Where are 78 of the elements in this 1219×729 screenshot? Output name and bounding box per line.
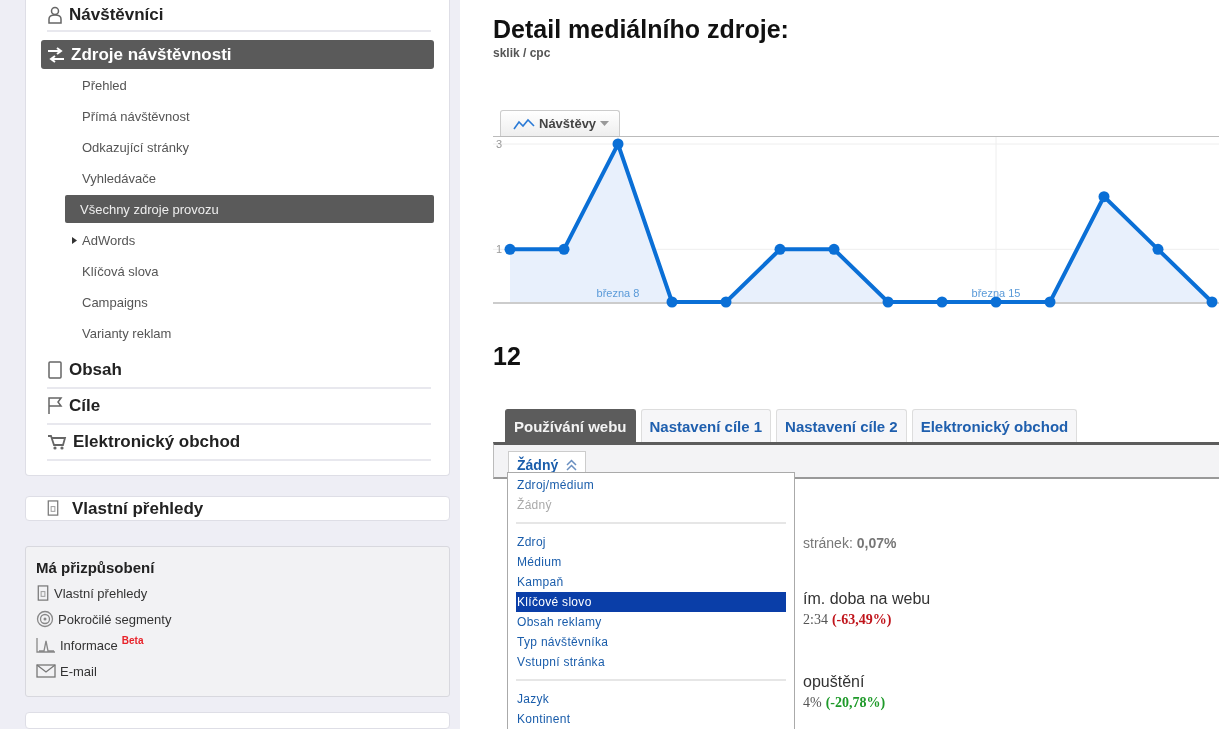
axis-label: března 15 bbox=[971, 287, 1021, 299]
page-subtitle: sklik / cpc bbox=[493, 46, 551, 60]
point bbox=[774, 243, 786, 255]
envelope-icon bbox=[36, 664, 56, 678]
nav-section[interactable]: Obsah bbox=[47, 353, 431, 389]
nav-section[interactable]: Zdroje návštěvnosti bbox=[41, 40, 434, 69]
menu-item[interactable]: Klíčové slovo bbox=[516, 592, 786, 612]
nav-item[interactable]: Přehled bbox=[65, 70, 434, 101]
caret-icon bbox=[600, 121, 610, 126]
axis-label: 1 bbox=[496, 243, 503, 256]
metric-label: opuštění bbox=[803, 673, 866, 691]
point bbox=[828, 243, 840, 255]
point bbox=[612, 138, 624, 150]
page-icon bbox=[46, 500, 60, 517]
menu-item[interactable]: Vstupní stránka bbox=[516, 652, 786, 672]
menu-link[interactable]: E-mail bbox=[60, 663, 97, 679]
point bbox=[882, 296, 894, 308]
nav-item[interactable]: Campaigns bbox=[65, 287, 434, 318]
nav-section[interactable]: Cíle bbox=[47, 389, 431, 425]
person-icon bbox=[47, 6, 63, 24]
menu-link[interactable]: Informace bbox=[60, 637, 118, 653]
point bbox=[504, 243, 516, 255]
custom-reports-link[interactable]: Vlastní přehledy bbox=[25, 496, 450, 521]
menu-item[interactable]: Typ návštěvníka bbox=[516, 632, 786, 652]
point bbox=[990, 296, 1002, 308]
metric-selector[interactable]: Návštěvy bbox=[500, 110, 621, 136]
nav-item[interactable]: Klíčová slova bbox=[65, 256, 434, 287]
menu-link[interactable]: Vlastní přehledy bbox=[54, 585, 148, 601]
point bbox=[1206, 296, 1218, 308]
point bbox=[1098, 191, 1110, 203]
point bbox=[558, 243, 570, 255]
menu-item[interactable]: Médium bbox=[516, 552, 786, 572]
tab[interactable]: Nastavení cíle 1 bbox=[640, 409, 772, 442]
metric-change: (-20,78%) bbox=[825, 695, 886, 711]
flag-icon bbox=[47, 397, 63, 415]
total-count: 12 bbox=[493, 342, 521, 371]
nav-item[interactable]: Přímá návštěvnost bbox=[65, 101, 434, 132]
nav-item[interactable]: Všechny zdroje provozu bbox=[65, 195, 434, 223]
menu-item[interactable]: Obsah reklamy bbox=[516, 612, 786, 632]
menu-item[interactable]: Zdroj/médium bbox=[516, 475, 786, 495]
nav-item[interactable]: Odkazující stránky bbox=[65, 132, 434, 163]
point bbox=[1044, 296, 1056, 308]
nav-item[interactable]: Vyhledávače bbox=[65, 163, 434, 194]
axis-label: března 8 bbox=[596, 287, 640, 299]
arrows-icon bbox=[47, 45, 65, 64]
cart-icon bbox=[47, 433, 67, 451]
point bbox=[1152, 243, 1164, 255]
page-title: Detail mediálního zdroje: bbox=[493, 15, 789, 44]
nav-item[interactable]: Varianty reklam bbox=[65, 318, 434, 349]
metric-change: (-63,49%) bbox=[831, 612, 892, 628]
panel-title: Má přizpůsobení bbox=[36, 559, 156, 576]
spike-chart-icon bbox=[36, 637, 56, 653]
metric-label: stránek: 0,07% bbox=[803, 535, 898, 551]
menu-item[interactable]: Zdroj bbox=[516, 532, 786, 552]
nav-item[interactable]: AdWords bbox=[65, 225, 434, 256]
page-icon bbox=[47, 361, 63, 379]
beta-label: Beta bbox=[121, 635, 144, 646]
point bbox=[936, 296, 948, 308]
metric-value: 2:34 bbox=[803, 612, 828, 628]
tab[interactable]: Nastavení cíle 2 bbox=[776, 409, 907, 442]
menu-link[interactable]: Pokročilé segmenty bbox=[58, 611, 172, 627]
tab[interactable]: Používání webu bbox=[505, 409, 636, 442]
menu-item[interactable]: Jazyk bbox=[516, 689, 786, 709]
point bbox=[720, 296, 732, 308]
menu-item[interactable]: Kontinent bbox=[516, 709, 786, 729]
page-icon bbox=[36, 584, 50, 602]
line-chart-icon bbox=[513, 117, 535, 130]
tab[interactable]: Elektronický obchod bbox=[911, 409, 1078, 442]
menu-item[interactable]: Kampaň bbox=[516, 572, 786, 592]
axis-label: 3 bbox=[496, 138, 503, 150]
metric-label: ím. doba na webu bbox=[803, 590, 932, 608]
nav-section[interactable]: Návštěvníci bbox=[47, 0, 431, 32]
target-icon bbox=[36, 610, 54, 628]
metric-value: 4% bbox=[803, 695, 822, 711]
point bbox=[666, 296, 678, 308]
caret-icon bbox=[72, 237, 78, 244]
nav-section[interactable]: Elektronický obchod bbox=[47, 425, 431, 461]
chevron-icon bbox=[566, 458, 578, 471]
